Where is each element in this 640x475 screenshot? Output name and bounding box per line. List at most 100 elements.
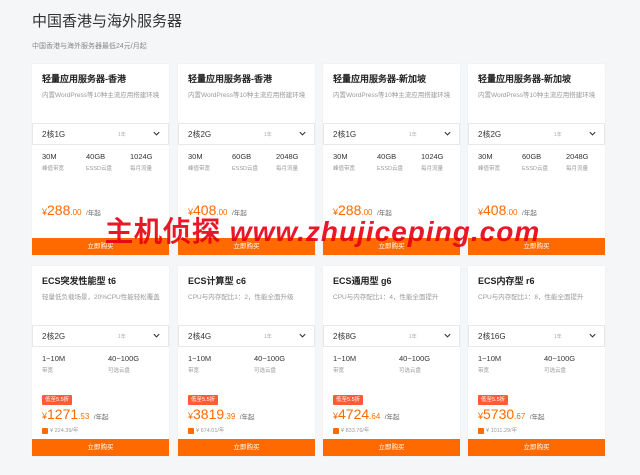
- spec-item: 1~10M 带宽: [333, 354, 357, 374]
- duration-label: 1年: [409, 132, 417, 138]
- duration-label: 1年: [554, 132, 562, 138]
- card-title: 轻量应用服务器-新加坡: [478, 74, 571, 84]
- buy-button[interactable]: 立即购买: [468, 238, 605, 255]
- spec-item: 1024G 每月流量: [421, 152, 444, 172]
- spec-item: 30M 峰值带宽: [188, 152, 211, 172]
- buy-button[interactable]: 立即购买: [323, 238, 460, 255]
- card-description: CPU与内存配比1：2，性能全面升级: [188, 294, 294, 301]
- section-header: 中国香港与海外服务器 中国香港与海外服务器最低24元/月起: [32, 10, 182, 51]
- card-title: 轻量应用服务器-香港: [188, 74, 272, 84]
- chevron-down-icon: [589, 131, 596, 136]
- spec-item: 2048G 每月流量: [276, 152, 299, 172]
- card-title: ECS通用型 g6: [333, 276, 392, 286]
- spec-item: 1~10M 带宽: [188, 354, 212, 374]
- config-select-value: 2核4G: [188, 332, 212, 341]
- chevron-down-icon: [153, 131, 160, 136]
- chevron-down-icon: [299, 131, 306, 136]
- price: ¥1271.53 /年起: [42, 406, 109, 422]
- duration-label: 1年: [554, 334, 562, 340]
- config-select[interactable]: 2核2G 1年: [32, 325, 169, 347]
- price: ¥408.00 /年起: [188, 202, 247, 218]
- spec-item: 40~100G 可选云盘: [399, 354, 431, 374]
- tag-icon: [42, 427, 48, 434]
- price: ¥288.00 /年起: [42, 202, 101, 218]
- card-title: ECS内存型 r6: [478, 276, 535, 286]
- spec-item: 1~10M 带宽: [42, 354, 66, 374]
- config-select-value: 2核1G: [333, 130, 357, 139]
- config-select-value: 2核16G: [478, 332, 506, 341]
- tag-icon: [188, 427, 194, 434]
- spec-item: 60GB ESSD云盘: [522, 152, 548, 172]
- buy-button[interactable]: 立即购买: [32, 439, 169, 456]
- price: ¥288.00 /年起: [333, 202, 392, 218]
- spec-item: 30M 峰值带宽: [478, 152, 501, 172]
- spec-item: 1~10M 带宽: [478, 354, 502, 374]
- card-description: CPU与内存配比1：4，性能全面提升: [333, 294, 439, 301]
- spec-item: 1024G 每月流量: [130, 152, 153, 172]
- spec-item: 40~100G 可选云盘: [544, 354, 576, 374]
- discount-badge: 低至5.5折: [478, 395, 509, 405]
- discount-badge: 低至5.5折: [188, 395, 219, 405]
- price: ¥408.00 /年起: [478, 202, 537, 218]
- buy-button[interactable]: 立即购买: [323, 439, 460, 456]
- card-description: 内置WordPress等10种主流应用搭建环境: [188, 92, 306, 99]
- buy-button[interactable]: 立即购买: [32, 238, 169, 255]
- discount-badge: 低至5.5折: [333, 395, 364, 405]
- spec-item: 40GB ESSD云盘: [377, 152, 403, 172]
- product-card: ECS突发性能型 t6 轻量低负载场景，20%CPU性能轻松覆盖 2核2G 1年…: [32, 266, 169, 456]
- config-select[interactable]: 2核2G 1年: [178, 123, 315, 145]
- card-description: 内置WordPress等10种主流应用搭建环境: [42, 92, 160, 99]
- card-description: 内置WordPress等10种主流应用搭建环境: [333, 92, 451, 99]
- config-select-value: 2核2G: [188, 130, 212, 139]
- chevron-down-icon: [444, 131, 451, 136]
- tag-icon: [333, 427, 339, 434]
- spec-item: 40GB ESSD云盘: [86, 152, 112, 172]
- card-title: ECS突发性能型 t6: [42, 276, 117, 286]
- product-card: 轻量应用服务器-新加坡 内置WordPress等10种主流应用搭建环境 2核1G…: [323, 64, 460, 255]
- config-select[interactable]: 2核8G 1年: [323, 325, 460, 347]
- original-price: ¥ 674.01/年: [188, 426, 224, 434]
- duration-label: 1年: [118, 334, 126, 340]
- config-select-value: 2核1G: [42, 130, 66, 139]
- product-card: 轻量应用服务器-新加坡 内置WordPress等10种主流应用搭建环境 2核2G…: [468, 64, 605, 255]
- spec-item: 40~100G 可选云盘: [108, 354, 140, 374]
- duration-label: 1年: [264, 334, 272, 340]
- card-title: ECS计算型 c6: [188, 276, 247, 286]
- buy-button[interactable]: 立即购买: [178, 238, 315, 255]
- price: ¥3819.39 /年起: [188, 406, 255, 422]
- spec-item: 60GB ESSD云盘: [232, 152, 258, 172]
- chevron-down-icon: [444, 333, 451, 338]
- section-subtitle: 中国香港与海外服务器最低24元/月起: [32, 43, 147, 50]
- card-description: 内置WordPress等10种主流应用搭建环境: [478, 92, 596, 99]
- spec-item: 40~100G 可选云盘: [254, 354, 286, 374]
- config-select[interactable]: 2核1G 1年: [323, 123, 460, 145]
- section-title: 中国香港与海外服务器: [32, 13, 183, 30]
- duration-label: 1年: [264, 132, 272, 138]
- spec-item: 2048G 每月流量: [566, 152, 589, 172]
- config-select-value: 2核8G: [333, 332, 357, 341]
- discount-badge: 低至5.5折: [42, 395, 73, 405]
- buy-button[interactable]: 立即购买: [468, 439, 605, 456]
- duration-label: 1年: [409, 334, 417, 340]
- price: ¥5730.67 /年起: [478, 406, 545, 422]
- config-select[interactable]: 2核2G 1年: [468, 123, 605, 145]
- config-select-value: 2核2G: [42, 332, 66, 341]
- product-card: 轻量应用服务器-香港 内置WordPress等10种主流应用搭建环境 2核2G …: [178, 64, 315, 255]
- original-price: ¥ 833.76/年: [333, 426, 369, 434]
- card-title: 轻量应用服务器-香港: [42, 74, 126, 84]
- product-card: 轻量应用服务器-香港 内置WordPress等10种主流应用搭建环境 2核1G …: [32, 64, 169, 255]
- config-select-value: 2核2G: [478, 130, 502, 139]
- config-select[interactable]: 2核1G 1年: [32, 123, 169, 145]
- chevron-down-icon: [299, 333, 306, 338]
- config-select[interactable]: 2核16G 1年: [468, 325, 605, 347]
- buy-button[interactable]: 立即购买: [178, 439, 315, 456]
- product-card: ECS通用型 g6 CPU与内存配比1：4，性能全面提升 2核8G 1年 1~1…: [323, 266, 460, 456]
- card-description: CPU与内存配比1：8，性能全面提升: [478, 294, 584, 301]
- product-card: ECS计算型 c6 CPU与内存配比1：2，性能全面升级 2核4G 1年 1~1…: [178, 266, 315, 456]
- chevron-down-icon: [589, 333, 596, 338]
- card-title: 轻量应用服务器-新加坡: [333, 74, 426, 84]
- spec-item: 30M 峰值带宽: [333, 152, 356, 172]
- card-description: 轻量低负载场景，20%CPU性能轻松覆盖: [42, 294, 160, 301]
- tag-icon: [478, 427, 484, 434]
- config-select[interactable]: 2核4G 1年: [178, 325, 315, 347]
